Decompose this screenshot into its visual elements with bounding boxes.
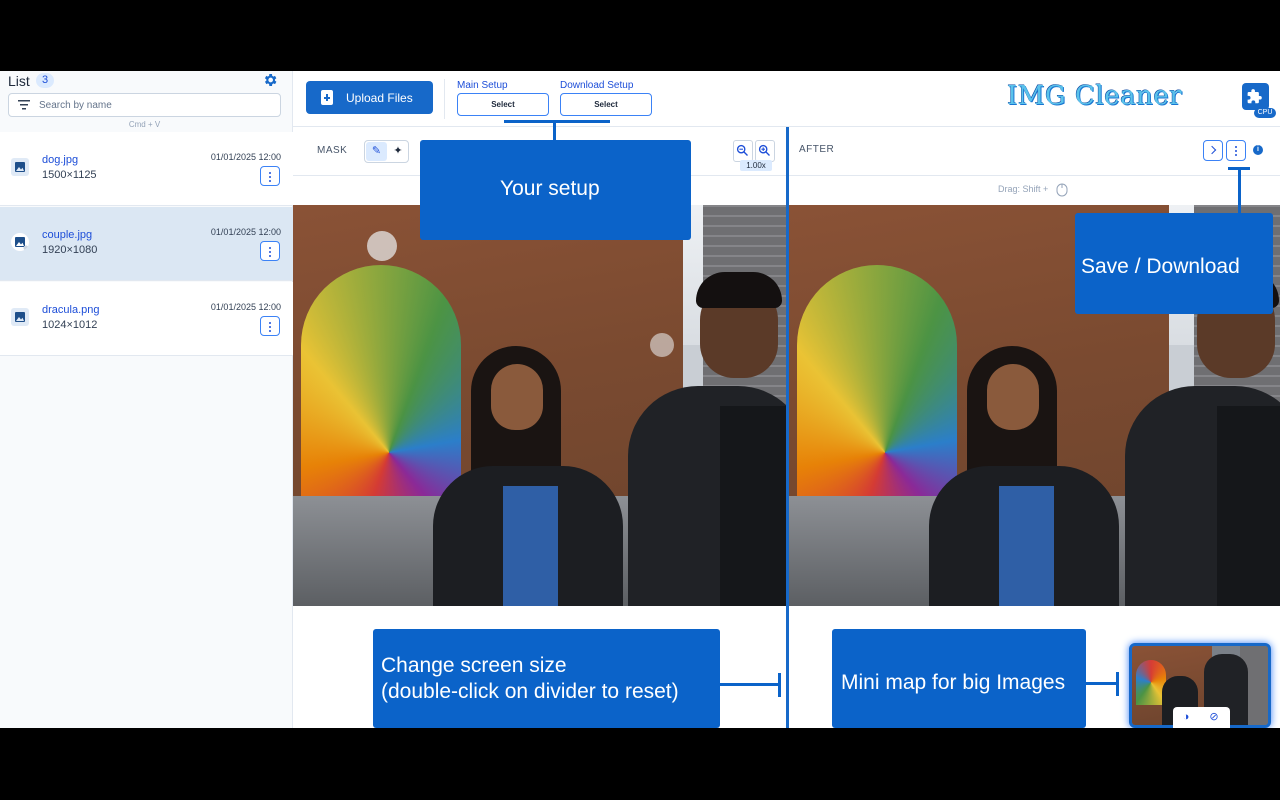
annotation-connector: [1086, 682, 1118, 685]
file-dimensions: 1024×1012: [42, 319, 98, 331]
mini-map-tools: ◑ ⊘: [1173, 707, 1230, 728]
annotation-text: Save / Download: [1081, 255, 1240, 278]
annotation-connector: [504, 120, 610, 123]
file-row[interactable]: dog.jpg 1500×1125 01/01/2025 12:00: [0, 132, 293, 206]
brush-cursor: [367, 231, 397, 261]
drag-hint: Drag: Shift +: [998, 184, 1049, 194]
info-icon[interactable]: i: [1253, 145, 1263, 155]
image-icon: [11, 308, 29, 326]
upload-files-label: Upload Files: [346, 91, 413, 105]
zoom-in-button[interactable]: [755, 140, 775, 162]
list-title: List: [8, 73, 30, 89]
file-date: 01/01/2025 12:00: [210, 227, 281, 237]
annotation-connector: [778, 673, 781, 697]
more-vert-icon[interactable]: [260, 241, 280, 261]
app-logo: IMG Cleaner: [1007, 81, 1183, 111]
file-name[interactable]: dracula.png: [42, 304, 100, 316]
photo-woman: [929, 346, 1119, 606]
brush-cursor-secondary: [650, 333, 674, 357]
annotation-connector: [553, 120, 556, 140]
contrast-icon[interactable]: ◑: [1178, 710, 1194, 724]
toolbar-divider: [444, 79, 445, 119]
annotation-change-screen-size: Change screen size (double-click on divi…: [373, 629, 720, 728]
after-panel-header: AFTER i: [789, 127, 1280, 176]
file-row-selected[interactable]: couple.jpg 1920×1080 01/01/2025 12:00: [0, 207, 293, 281]
extension-button[interactable]: [1242, 83, 1269, 110]
search-box: [8, 93, 281, 117]
file-name[interactable]: dog.jpg: [42, 154, 78, 166]
download-setup-select[interactable]: Select: [560, 93, 652, 116]
image-icon: [11, 233, 29, 251]
upload-file-icon: [321, 90, 333, 105]
mask-image[interactable]: [293, 205, 786, 606]
chevron-right-icon: [1207, 145, 1217, 155]
sidebar: List 3 Cmd + V dog.jpg 1500×1125 01/01/2…: [0, 71, 293, 728]
photo-man: [628, 246, 786, 606]
zoom-out-icon: [736, 144, 748, 156]
cpu-badge: CPU: [1254, 108, 1276, 118]
extension-icon: [1247, 89, 1262, 104]
file-row[interactable]: dracula.png 1024×1012 01/01/2025 12:00: [0, 282, 293, 356]
file-dimensions: 1500×1125: [42, 169, 97, 181]
zoom-in-icon: [758, 144, 770, 156]
app-window: List 3 Cmd + V dog.jpg 1500×1125 01/01/2…: [0, 71, 1280, 728]
zoom-controls: [733, 140, 777, 162]
annotation-save-download: Save / Download: [1075, 213, 1273, 314]
main-setup-select[interactable]: Select: [457, 93, 549, 116]
brush-icon[interactable]: ✎: [366, 142, 387, 161]
hide-icon[interactable]: ⊘: [1206, 710, 1222, 724]
top-toolbar: Upload Files Main Setup Select Download …: [293, 71, 1280, 127]
search-input[interactable]: [39, 97, 275, 113]
zoom-out-button[interactable]: [733, 140, 753, 162]
magic-wand-icon[interactable]: ✦: [388, 142, 408, 161]
list-count-badge: 3: [36, 73, 54, 88]
more-vert-icon[interactable]: [1226, 140, 1246, 161]
annotation-connector: [1116, 672, 1119, 696]
download-setup-label: Download Setup: [560, 80, 634, 91]
annotation-text: Mini map for big Images: [841, 671, 1066, 694]
photo-woman: [433, 346, 623, 606]
gear-icon[interactable]: [262, 72, 278, 88]
next-button[interactable]: [1203, 140, 1223, 161]
image-icon: [11, 158, 29, 176]
annotation-mini-map: Mini map for big Images: [832, 629, 1086, 728]
annotation-text: Your setup: [500, 177, 600, 200]
file-date: 01/01/2025 12:00: [210, 302, 281, 312]
annotation-connector: [1238, 167, 1241, 213]
more-vert-icon[interactable]: [260, 316, 280, 336]
annotation-text: (double-click on divider to reset): [381, 680, 679, 703]
file-name[interactable]: couple.jpg: [42, 229, 92, 241]
after-label: AFTER: [799, 144, 835, 155]
file-dimensions: 1920×1080: [42, 244, 98, 256]
more-vert-icon[interactable]: [260, 166, 280, 186]
mask-label: MASK: [317, 145, 348, 156]
annotation-connector: [720, 683, 780, 686]
mouse-icon: [1056, 183, 1068, 197]
annotation-text: Change screen size: [381, 654, 567, 677]
file-date: 01/01/2025 12:00: [210, 152, 281, 162]
upload-files-button[interactable]: Upload Files: [306, 81, 433, 114]
mask-tool-group: ✎ ✦: [364, 140, 409, 163]
paste-hint: Cmd + V: [128, 120, 161, 129]
annotation-your-setup: Your setup: [420, 140, 691, 240]
filter-icon: [18, 100, 30, 110]
main-setup-label: Main Setup: [457, 80, 508, 91]
zoom-level: 1.00x: [740, 160, 772, 171]
